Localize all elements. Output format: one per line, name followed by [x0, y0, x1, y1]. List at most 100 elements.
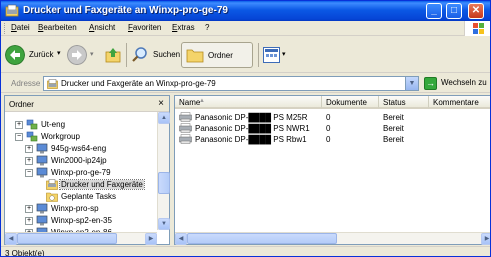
views-dropdown-icon: ▾ — [282, 51, 286, 58]
printer-name: Panasonic DP-████ PS M25R — [195, 113, 308, 122]
back-dropdown-icon[interactable]: ▾ — [57, 49, 61, 57]
folder-vertical-scrollbar[interactable]: ▲ ▼ — [157, 112, 170, 230]
column-header-documents[interactable]: Dokumente — [322, 96, 379, 109]
printer-folder-icon — [47, 79, 58, 89]
printer-icon — [179, 123, 192, 133]
printers-folder-icon — [46, 179, 58, 190]
views-icon — [263, 47, 280, 63]
explorer-window: Drucker und Faxgeräte an Winxp-pro-ge-79… — [0, 0, 491, 257]
column-name-label: Name — [179, 98, 201, 107]
scroll-up-button[interactable]: ▲ — [158, 112, 170, 124]
file-list-pane: Name ▲ Dokumente Status Kommentare Panas… — [174, 95, 490, 245]
tree-item-label: Drucker und Faxgeräte — [59, 179, 145, 190]
printer-icon — [179, 134, 192, 144]
expand-toggle-icon[interactable]: + — [25, 205, 33, 213]
expand-toggle-icon[interactable]: − — [15, 133, 23, 141]
printer-status: Bereit — [383, 135, 404, 144]
menu-datei[interactable]: Datei — [11, 23, 30, 32]
go-arrow-icon: → — [424, 77, 437, 90]
tasks-folder-icon — [46, 191, 58, 202]
folders-button[interactable]: Ordner — [181, 42, 253, 68]
menu-extras[interactable]: Extras — [172, 23, 195, 32]
window-title: Drucker und Faxgeräte an Winxp-pro-ge-79 — [23, 5, 228, 16]
close-button[interactable]: ✕ — [468, 3, 484, 19]
folder-pane-header: Ordner × — [5, 96, 169, 112]
toolbar-separator — [126, 43, 127, 67]
folder-pane: Ordner × + Ut-eng − Workgroup +945g-ws64-eng… — [4, 95, 170, 245]
folders-label: Ordner — [208, 51, 233, 60]
list-item[interactable]: Panasonic DP-████ PS NWR1 0 Bereit — [175, 123, 490, 134]
status-text: 3 Objekt(e) — [5, 249, 45, 257]
expand-toggle-icon[interactable]: − — [25, 169, 33, 177]
toolbar-separator — [258, 43, 259, 67]
address-dropdown-button[interactable]: ▼ — [405, 77, 418, 90]
scroll-left-button[interactable]: ◀ — [175, 233, 187, 245]
expand-toggle-icon[interactable]: + — [25, 145, 33, 153]
expand-toggle-icon[interactable]: + — [25, 217, 33, 225]
network-icon — [26, 119, 38, 130]
printer-status: Bereit — [383, 113, 404, 122]
address-input[interactable]: Drucker und Faxgeräte an Winxp-pro-ge-79… — [43, 76, 419, 91]
menu-favoriten[interactable]: Favoriten — [128, 23, 161, 32]
forward-arrow-icon[interactable] — [67, 45, 87, 65]
back-arrow-icon — [5, 45, 25, 65]
views-button[interactable]: ▾ — [263, 47, 289, 63]
folder-pane-close-button[interactable]: × — [158, 98, 164, 109]
network-icon — [26, 131, 38, 142]
menu-help[interactable]: ? — [205, 23, 209, 32]
printer-icon — [179, 112, 192, 122]
menu-bearbeiten[interactable]: Bearbeiten — [38, 23, 77, 32]
scroll-down-button[interactable]: ▼ — [158, 218, 170, 230]
search-button[interactable]: Suchen — [131, 43, 181, 67]
go-label: Wechseln zu — [441, 78, 487, 87]
scroll-right-button[interactable]: ▶ — [481, 233, 490, 245]
tree-item-label: Ut-eng — [41, 120, 66, 129]
address-value: Drucker und Faxgeräte an Winxp-pro-ge-79 — [61, 79, 216, 88]
printer-folder-icon — [5, 4, 19, 17]
tree-item-label: Winxp-pro-sp — [51, 204, 99, 213]
scroll-thumb[interactable] — [17, 233, 117, 244]
up-folder-icon[interactable] — [105, 47, 121, 63]
scroll-thumb[interactable] — [158, 172, 170, 194]
tree-item-label: Win2000-ip24jp — [51, 156, 107, 165]
status-bar: 3 Objekt(e) — [1, 246, 490, 257]
go-button[interactable]: → Wechseln zu — [421, 76, 490, 91]
folder-horizontal-scrollbar[interactable]: ◀ ▶ — [5, 232, 157, 245]
list-item[interactable]: Panasonic DP-████ PS Rbw1 0 Bereit — [175, 134, 490, 145]
tree-item-label: Winxp-sp2-en-35 — [51, 216, 112, 225]
tree-item-label: 945g-ws64-eng — [51, 144, 107, 153]
folder-pane-title: Ordner — [9, 100, 34, 109]
column-header-comments[interactable]: Kommentare — [429, 96, 490, 109]
computer-icon — [36, 155, 48, 166]
forward-dropdown-icon[interactable]: ▾ — [90, 50, 94, 58]
column-header-name[interactable]: Name ▲ — [175, 96, 322, 109]
back-label: Zurück — [29, 50, 54, 59]
printer-status: Bereit — [383, 124, 404, 133]
tree-item-label: Winxp-pro-ge-79 — [51, 168, 111, 177]
address-bar: Adresse Drucker und Faxgeräte an Winxp-p… — [1, 74, 490, 93]
list-item[interactable]: Panasonic DP-████ PS M25R 0 Bereit — [175, 112, 490, 123]
minimize-button[interactable]: _ — [426, 3, 442, 19]
search-label: Suchen — [153, 50, 181, 59]
expand-toggle-icon[interactable]: + — [25, 157, 33, 165]
expand-toggle-icon[interactable]: + — [15, 121, 23, 129]
folders-icon — [186, 49, 204, 63]
maximize-button[interactable]: □ — [446, 3, 462, 19]
document-count: 0 — [326, 124, 331, 133]
scroll-right-button[interactable]: ▶ — [145, 233, 157, 245]
address-label: Adresse — [11, 79, 41, 88]
column-header-status[interactable]: Status — [379, 96, 429, 109]
windows-logo-icon — [464, 21, 490, 36]
menu-bar: Datei Bearbeiten Ansicht Favoriten Extra… — [1, 21, 490, 36]
menu-grip[interactable] — [4, 23, 7, 34]
document-count: 0 — [326, 135, 331, 144]
title-bar[interactable]: Drucker und Faxgeräte an Winxp-pro-ge-79… — [1, 1, 490, 21]
back-button[interactable]: Zurück ▾ — [5, 43, 63, 67]
sort-arrow-icon: ▲ — [199, 98, 205, 104]
scroll-left-button[interactable]: ◀ — [5, 233, 17, 245]
list-horizontal-scrollbar[interactable]: ◀ ▶ — [175, 232, 490, 245]
menu-ansicht[interactable]: Ansicht — [89, 23, 115, 32]
scroll-thumb[interactable] — [187, 233, 337, 244]
search-icon — [132, 47, 147, 62]
tree-item-label: Workgroup — [41, 132, 80, 141]
